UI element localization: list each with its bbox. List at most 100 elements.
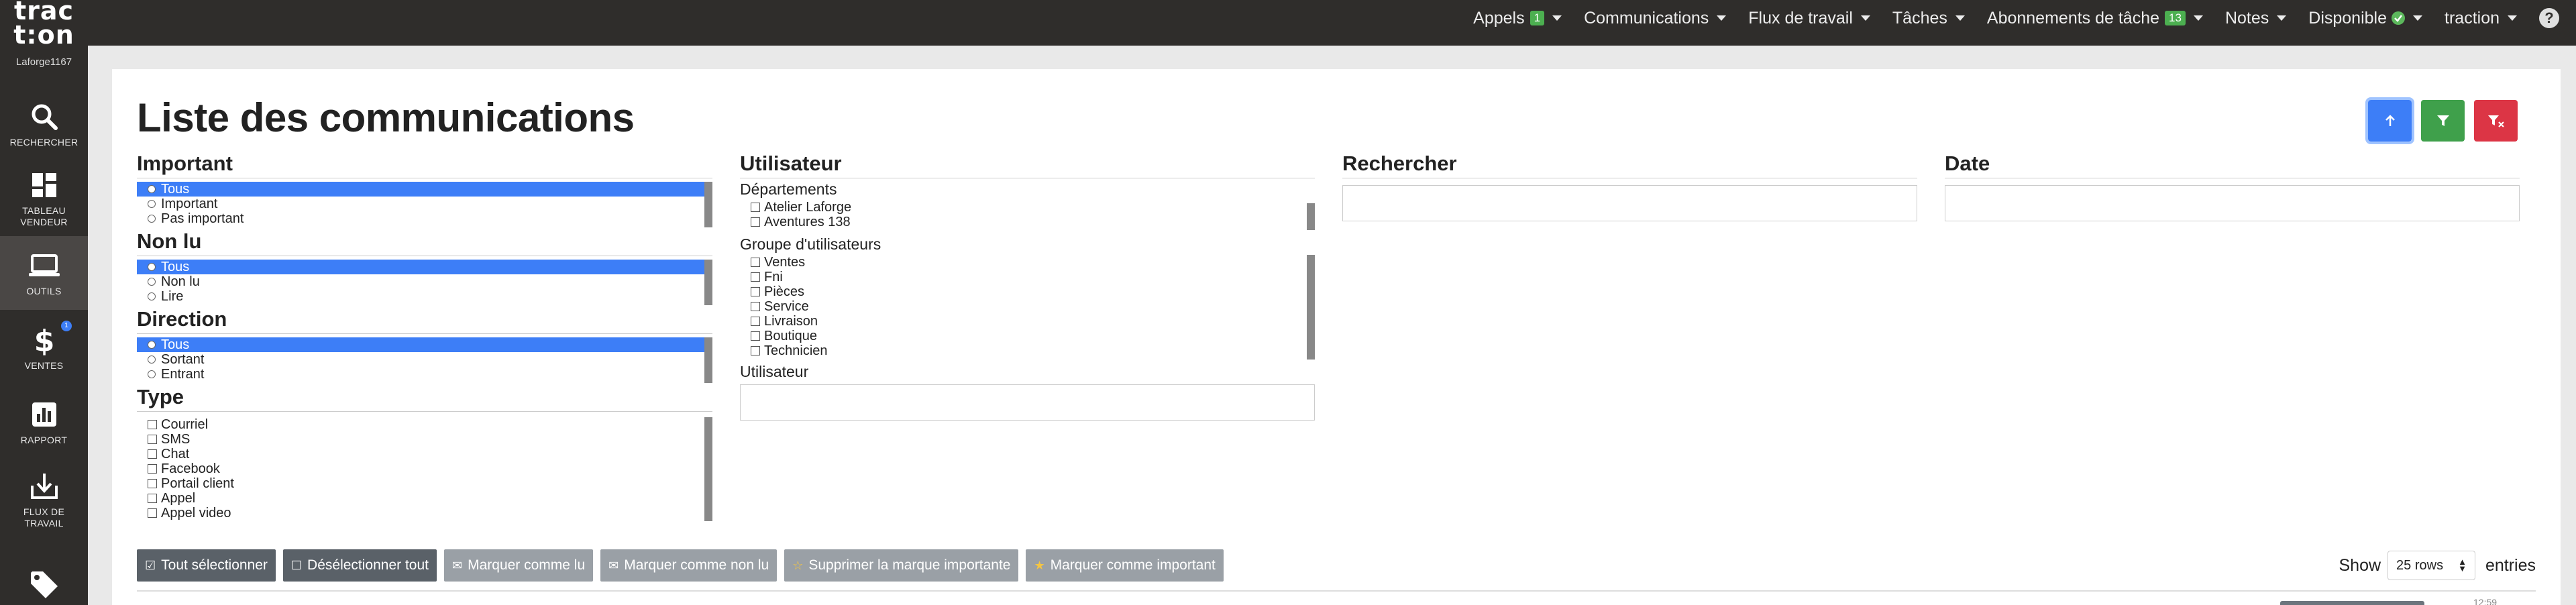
checkbox[interactable]: [751, 317, 760, 326]
scrollbar[interactable]: [1307, 203, 1315, 230]
sidebar-item-label: RECHERCHER: [9, 136, 78, 148]
groupe-option[interactable]: Service: [740, 299, 1315, 314]
groupe-option[interactable]: Ventes: [740, 255, 1315, 270]
sidebar-item-tableau-vendeur[interactable]: TABLEAU VENDEUR: [0, 162, 88, 235]
option-label: Pièces: [764, 284, 805, 299]
scrollbar[interactable]: [704, 260, 712, 305]
checkbox[interactable]: [148, 435, 157, 444]
rechercher-input[interactable]: [1342, 185, 1917, 221]
sidebar-item-ventes[interactable]: $ VENTES: [0, 311, 88, 384]
checkbox[interactable]: [148, 464, 157, 474]
checkbox[interactable]: [751, 272, 760, 282]
type-option[interactable]: Appel: [137, 491, 712, 506]
sidebar-item-label: RAPPORT: [20, 434, 68, 445]
groupe-option[interactable]: Pièces: [740, 284, 1315, 299]
non-lu-select[interactable]: Tous Non lu Lire: [137, 260, 712, 305]
content-panel: Liste des communications Important Tous …: [112, 69, 2561, 605]
nav-flux-de-travail[interactable]: Flux de travail: [1748, 9, 1870, 28]
sidebar-item-rechercher[interactable]: RECHERCHER: [0, 87, 88, 161]
mark-unread-button[interactable]: ✉ Marquer comme non lu: [600, 549, 777, 582]
checkbox[interactable]: [148, 420, 157, 429]
option-label: Tous: [161, 260, 190, 274]
nav-notes[interactable]: Notes: [2225, 9, 2287, 28]
departement-option[interactable]: Aventures 138: [740, 215, 1315, 229]
table-row-time: 12:59: [2473, 597, 2498, 605]
sidebar-item-rapport[interactable]: RAPPORT: [0, 385, 88, 459]
type-option[interactable]: Appel video: [137, 506, 712, 520]
checkbox[interactable]: [751, 258, 760, 267]
type-option[interactable]: Portail client: [137, 476, 712, 491]
checkbox[interactable]: [751, 346, 760, 355]
deselect-all-button[interactable]: ☐ Désélectionner tout: [282, 549, 437, 582]
clear-filter-button[interactable]: [2474, 100, 2518, 142]
type-option[interactable]: Chat: [137, 447, 712, 461]
star-outline-icon: ☆: [792, 558, 804, 572]
groupe-option[interactable]: Boutique: [740, 329, 1315, 343]
important-option-tous[interactable]: Tous: [137, 182, 712, 197]
select-all-button[interactable]: ☑ Tout sélectionner: [137, 549, 276, 582]
direction-option-sortant[interactable]: Sortant: [137, 352, 712, 367]
button-label: Tout sélectionner: [161, 557, 268, 573]
laptop-icon: [28, 250, 60, 282]
nav-label: traction: [2445, 8, 2500, 28]
checkbox[interactable]: [751, 217, 760, 227]
direction-option-entrant[interactable]: Entrant: [137, 367, 712, 382]
filter-clear-icon: [2487, 115, 2504, 127]
direction-select[interactable]: Tous Sortant Entrant: [137, 337, 712, 383]
mark-read-button[interactable]: ✉ Marquer comme lu: [444, 549, 594, 582]
departement-option[interactable]: Atelier Laforge: [740, 200, 1315, 215]
radio-icon: [148, 355, 156, 364]
scrollbar[interactable]: [704, 182, 712, 227]
scrollbar[interactable]: [704, 417, 712, 521]
checkbox[interactable]: [148, 494, 157, 503]
type-option[interactable]: SMS: [137, 432, 712, 447]
groupe-option[interactable]: Fni: [740, 270, 1315, 284]
remove-important-button[interactable]: ☆ Supprimer la marque importante: [784, 549, 1019, 582]
type-option[interactable]: Courriel: [137, 417, 712, 432]
non-lu-heading: Non lu: [137, 230, 712, 256]
nav-abonnements-de-tache[interactable]: Abonnements de tâche 13: [1987, 9, 2203, 28]
scrollbar[interactable]: [1307, 255, 1315, 360]
non-lu-option-tous[interactable]: Tous: [137, 260, 712, 274]
sidebar-item-tag[interactable]: [0, 554, 88, 605]
nav-appels[interactable]: Appels 1: [1473, 9, 1562, 28]
table-row-button-peek[interactable]: [2280, 601, 2424, 605]
sidebar-item-flux-de-travail[interactable]: FLUX DE TRAVAIL: [0, 459, 88, 540]
groupe-option[interactable]: Livraison: [740, 314, 1315, 329]
rows-value: 25 rows: [2396, 557, 2444, 573]
checkbox[interactable]: [751, 302, 760, 311]
radio-icon: [148, 215, 156, 223]
checkbox[interactable]: [148, 508, 157, 518]
non-lu-option-lire[interactable]: Lire: [137, 289, 712, 304]
date-input[interactable]: [1945, 185, 2520, 221]
apply-filter-button[interactable]: [2421, 100, 2465, 142]
type-option[interactable]: Facebook: [137, 461, 712, 476]
important-option-pas-important[interactable]: Pas important: [137, 211, 712, 226]
checkbox[interactable]: [751, 331, 760, 341]
scroll-up-button[interactable]: [2365, 97, 2414, 144]
nav-communications[interactable]: Communications: [1584, 9, 1727, 28]
utilisateur-input[interactable]: [740, 384, 1315, 421]
sidebar-item-outils[interactable]: OUTILS: [0, 236, 88, 310]
top-nav: Appels 1 Communications Flux de travail …: [1451, 0, 2517, 36]
filter-column-2: Utilisateur Départements Atelier Laforge…: [740, 152, 1315, 421]
help-icon[interactable]: ?: [2539, 8, 2559, 28]
nav-user-menu[interactable]: traction: [2445, 9, 2517, 28]
important-select[interactable]: Tous Important Pas important: [137, 182, 712, 227]
rows-per-page-select[interactable]: 25 rows ▲ ▼: [2387, 551, 2475, 580]
filter-column-1: Important Tous Important Pas important N…: [137, 152, 712, 521]
groupe-option[interactable]: Technicien: [740, 343, 1315, 358]
non-lu-option-non-lu[interactable]: Non lu: [137, 274, 712, 289]
checkbox[interactable]: [148, 479, 157, 488]
button-label: Marquer comme important: [1050, 557, 1216, 573]
app-logo[interactable]: trac t:on Laforge1167: [0, 0, 88, 74]
nav-disponible[interactable]: Disponible: [2308, 9, 2423, 28]
checkbox[interactable]: [751, 287, 760, 296]
scrollbar[interactable]: [704, 337, 712, 383]
nav-taches[interactable]: Tâches: [1892, 9, 1965, 28]
important-option-important[interactable]: Important: [137, 197, 712, 211]
checkbox[interactable]: [148, 449, 157, 459]
mark-important-button[interactable]: ★ Marquer comme important: [1026, 549, 1224, 582]
direction-option-tous[interactable]: Tous: [137, 337, 712, 352]
checkbox[interactable]: [751, 203, 760, 212]
